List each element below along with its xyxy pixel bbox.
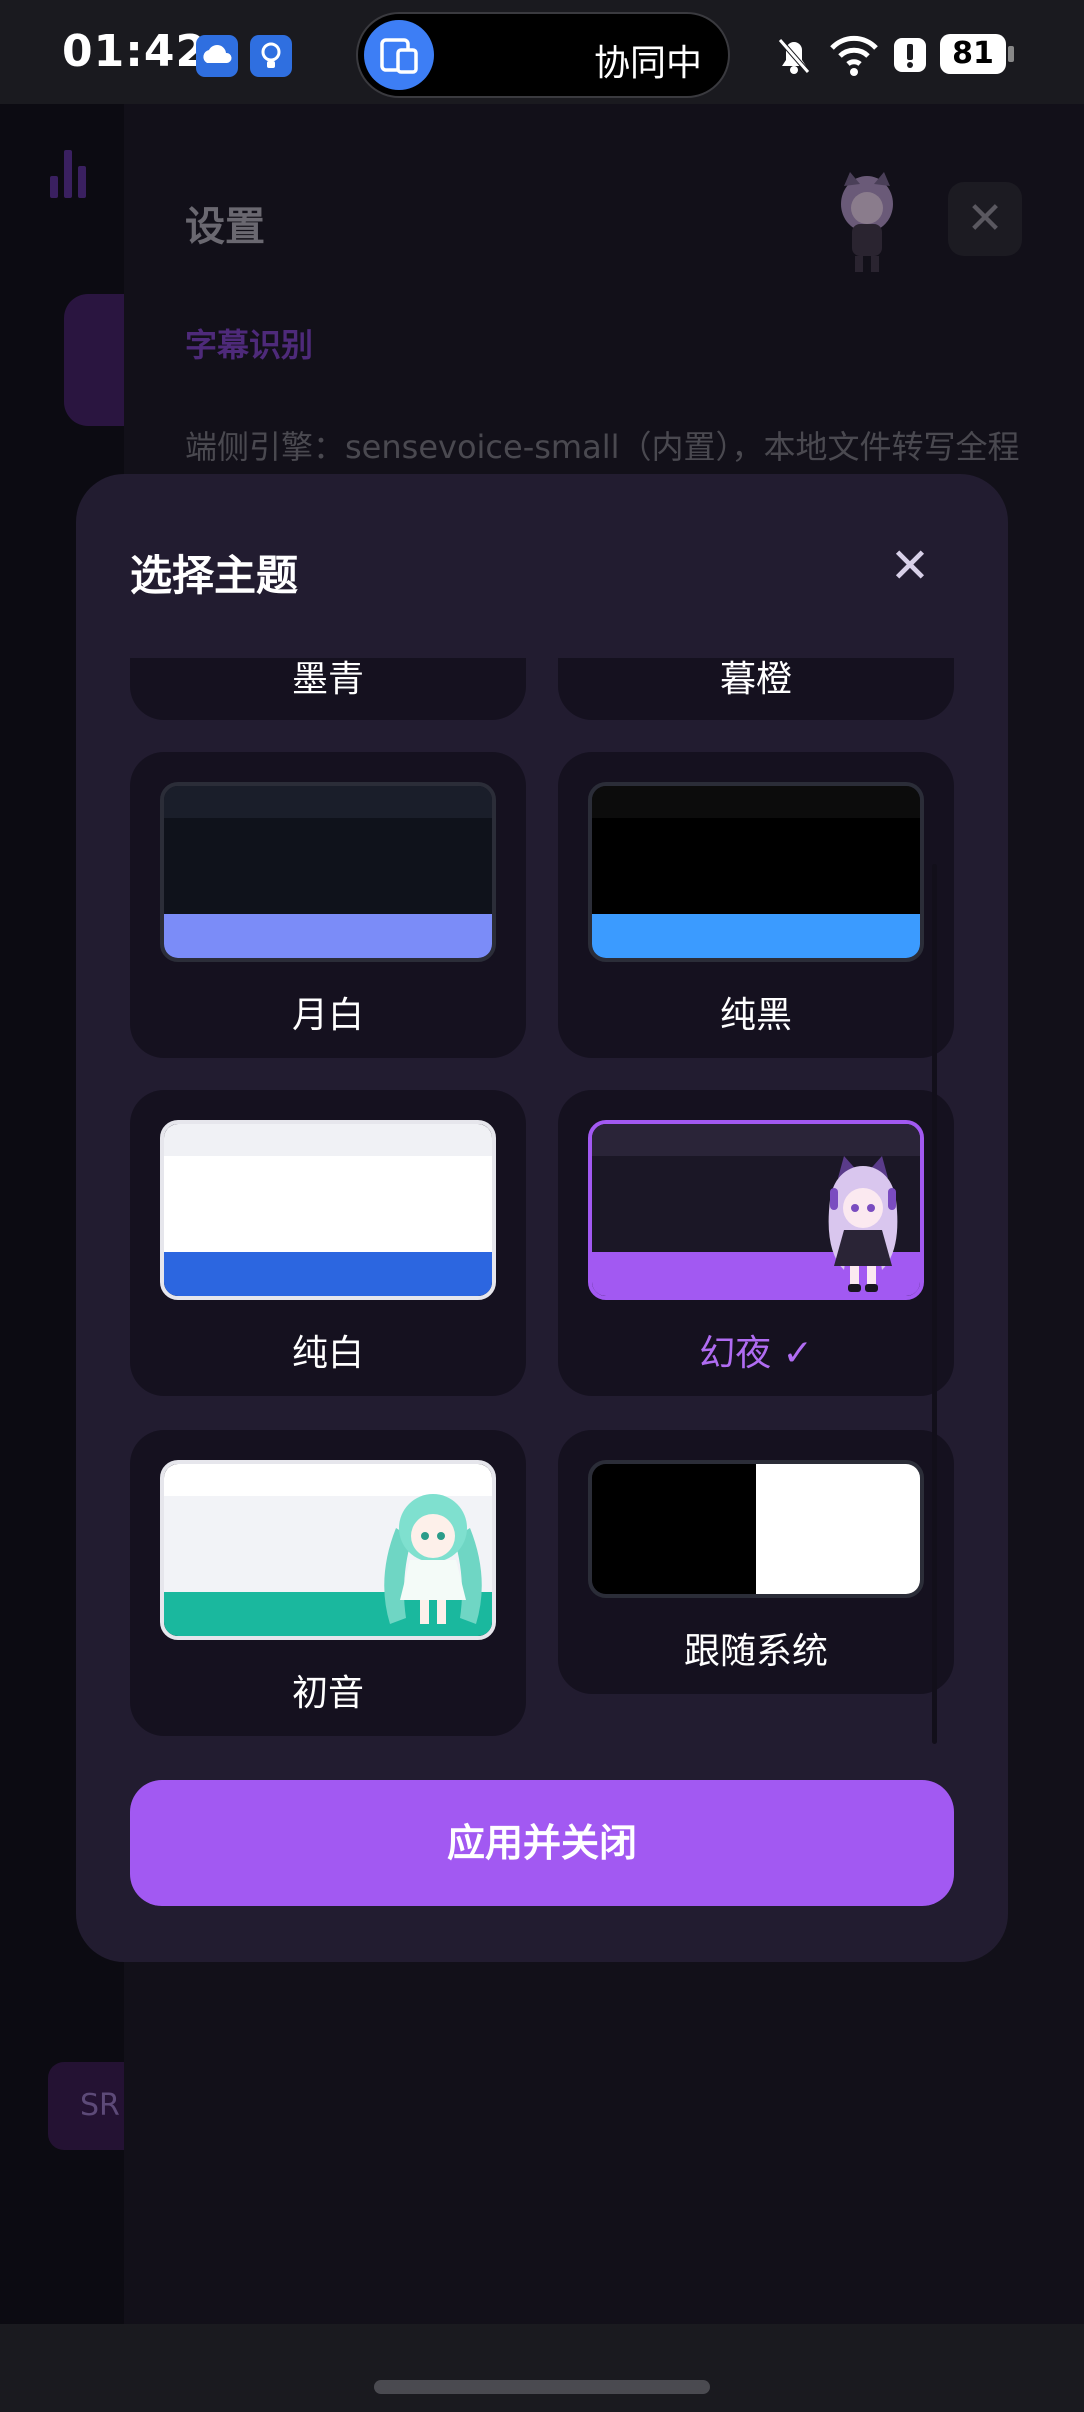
- bell-muted-icon: [774, 30, 814, 80]
- theme-label: 初音: [291, 1673, 364, 1714]
- theme-label: 跟随系统: [683, 1631, 828, 1672]
- multi-device-icon: [364, 20, 434, 90]
- section-heading: 字幕识别: [185, 326, 314, 364]
- theme-preview: [160, 1120, 496, 1300]
- theme-label: 纯黑: [719, 995, 792, 1036]
- cloud-app-icon: [196, 35, 238, 77]
- theme-preview: [588, 1460, 924, 1598]
- lightbulb-app-icon: [250, 35, 292, 77]
- miku-mascot-image: [374, 1478, 492, 1636]
- theme-card-chunhei[interactable]: 纯黑: [558, 752, 954, 1058]
- theme-card-chunbai[interactable]: 纯白: [130, 1090, 526, 1396]
- battery-level: 81: [940, 34, 1006, 74]
- settings-close-button[interactable]: ✕: [948, 182, 1022, 256]
- home-gesture-handle[interactable]: [374, 2380, 710, 2394]
- theme-preview: [160, 1460, 496, 1640]
- catgirl-mascot-image: [808, 1148, 918, 1296]
- dynamic-island[interactable]: 协同中: [356, 12, 730, 98]
- theme-card-moqing[interactable]: 墨青: [130, 658, 526, 720]
- bars-logo-icon: [50, 148, 98, 198]
- status-bar: 01:42 协同中 81: [0, 0, 1084, 104]
- theme-label-selected: 幻夜 ✓: [699, 1333, 813, 1374]
- theme-card-follow-system[interactable]: 跟随系统: [558, 1430, 954, 1694]
- grid-scrollbar[interactable]: [932, 864, 937, 1744]
- theme-label: 墨青: [291, 659, 364, 700]
- rail-selected-pill: [64, 294, 124, 426]
- theme-preview: [160, 782, 496, 962]
- battery-nub: [1008, 46, 1014, 62]
- theme-card-yuebai[interactable]: 月白: [130, 752, 526, 1058]
- theme-label: 月白: [291, 995, 364, 1036]
- apply-and-close-button[interactable]: 应用并关闭: [130, 1780, 954, 1906]
- theme-label: 纯白: [291, 1333, 364, 1374]
- theme-label: 暮橙: [719, 659, 792, 700]
- mascot-image: [822, 164, 912, 280]
- theme-card-chuyin[interactable]: 初音: [130, 1430, 526, 1736]
- alert-icon: [892, 30, 928, 80]
- navigation-bar: [0, 2324, 1084, 2412]
- screen: 01:42 协同中 81 设置 ✕ 字幕识别 端侧引擎：sensevoice-s…: [0, 0, 1084, 2412]
- collab-status-label: 协同中: [593, 43, 702, 84]
- engine-description: 端侧引擎：sensevoice-small（内置），本地文件转写全程: [185, 428, 1020, 466]
- theme-preview: [588, 782, 924, 962]
- theme-card-huanye[interactable]: 幻夜 ✓: [558, 1090, 954, 1396]
- theme-grid[interactable]: 墨青 暮橙 月白 纯黑 纯白 幻夜 ✓ 初音 跟随系统: [130, 658, 960, 1742]
- theme-picker-modal: 选择主题 ✕ 墨青 暮橙 月白 纯黑 纯白 幻夜 ✓ 初音 跟随系统 应用并关闭: [76, 474, 1008, 1962]
- modal-title: 选择主题: [130, 551, 299, 600]
- close-icon[interactable]: ✕: [878, 534, 942, 598]
- status-time: 01:42: [62, 26, 208, 77]
- srt-button[interactable]: SR: [48, 2062, 124, 2150]
- theme-card-mucheng[interactable]: 暮橙: [558, 658, 954, 720]
- settings-title: 设置: [185, 204, 265, 250]
- theme-preview: [588, 1120, 924, 1300]
- wifi-icon: [826, 30, 882, 80]
